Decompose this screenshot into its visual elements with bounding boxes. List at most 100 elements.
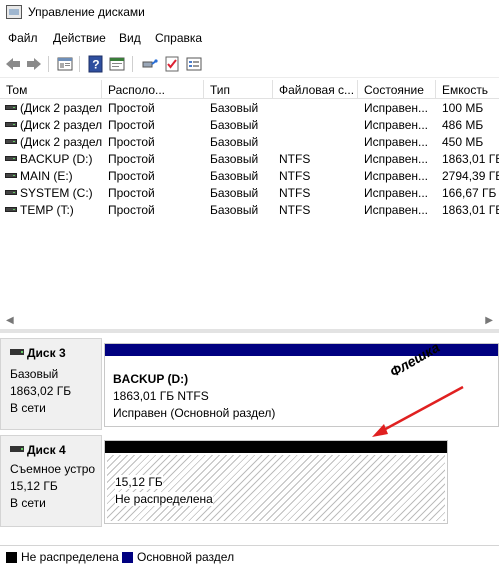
volume-capacity: 2794,39 ГБ (442, 169, 499, 183)
volume-type: Базовый (210, 118, 259, 132)
column-volume[interactable]: Том (0, 80, 102, 99)
volume-capacity: 100 МБ (442, 101, 484, 115)
console-tree-icon[interactable] (56, 55, 74, 73)
volume-status: Исправен... (364, 203, 429, 217)
volume-name: (Диск 2 раздел 1) (20, 101, 102, 115)
disk-status: В сети (10, 496, 46, 510)
volume-capacity: 486 МБ (442, 118, 484, 132)
scroll-left-icon[interactable]: ◀ (6, 315, 14, 326)
volume-type: Базовый (210, 101, 259, 115)
toolbar-separator (48, 56, 49, 72)
volume-type: Базовый (210, 186, 259, 200)
legend-primary-label: Основной раздел (137, 550, 235, 564)
volume-name: (Диск 2 раздел 3) (20, 118, 102, 132)
volume-layout: Простой (108, 203, 155, 217)
disk-size: 15,12 ГБ (10, 479, 58, 493)
disk-view: Диск 3 Базовый 1863,02 ГБ В сети BACKUP … (0, 333, 499, 543)
volume-row[interactable]: MAIN (E:) Простой Базовый NTFS Исправен.… (0, 168, 499, 185)
volume-status: Исправен... (364, 135, 429, 149)
volume-row[interactable]: SYSTEM (C:) Простой Базовый NTFS Исправе… (0, 185, 499, 202)
volume-status: Исправен... (364, 118, 429, 132)
disk-icon (10, 446, 24, 452)
volume-name: TEMP (T:) (20, 203, 74, 217)
volume-type: Базовый (210, 135, 259, 149)
volume-icon (5, 156, 17, 161)
partition-backup[interactable]: BACKUP (D:) 1863,01 ГБ NTFS Исправен (Ос… (104, 343, 499, 427)
volume-name: SYSTEM (C:) (20, 186, 93, 200)
disk-status: В сети (10, 401, 46, 415)
column-layout[interactable]: Располо... (102, 80, 204, 99)
unallocated-state: Не распределена (115, 492, 213, 506)
volume-fs: NTFS (279, 203, 311, 217)
volume-icon (5, 122, 17, 127)
disk-type: Съемное устро (10, 462, 96, 476)
volume-fs: NTFS (279, 169, 311, 183)
connect-icon[interactable] (140, 55, 158, 73)
volume-fs: NTFS (279, 152, 311, 166)
volume-layout: Простой (108, 169, 155, 183)
legend-unallocated-swatch (6, 552, 17, 563)
volume-list: Том Располо... Тип Файловая с... Состоян… (0, 80, 499, 320)
menu-view[interactable]: Вид (119, 31, 141, 45)
disk-4-info[interactable]: Диск 4 Съемное устро 15,12 ГБ В сети (0, 435, 102, 527)
volume-layout: Простой (108, 186, 155, 200)
properties-icon[interactable] (108, 55, 126, 73)
back-arrow-icon[interactable] (4, 55, 22, 73)
volume-status: Исправен... (364, 169, 429, 183)
disk-management-app-icon (6, 5, 22, 19)
volume-name: (Диск 2 раздел 4) (20, 135, 102, 149)
disk-icon (10, 349, 24, 355)
volume-row[interactable]: (Диск 2 раздел 3) Простой Базовый Исправ… (0, 117, 499, 134)
volume-type: Базовый (210, 203, 259, 217)
volume-icon (5, 190, 17, 195)
column-capacity[interactable]: Емкость (436, 80, 499, 99)
volume-row[interactable]: BACKUP (D:) Простой Базовый NTFS Исправе… (0, 151, 499, 168)
menu-action[interactable]: Действие (53, 31, 106, 45)
volume-name: MAIN (E:) (20, 169, 73, 183)
volume-capacity: 450 МБ (442, 135, 484, 149)
menu-bar: Файл Действие Вид Справка (0, 27, 499, 49)
volume-layout: Простой (108, 135, 155, 149)
volume-capacity: 1863,01 ГБ (442, 152, 499, 166)
volume-fs: NTFS (279, 186, 311, 200)
disk-3-info[interactable]: Диск 3 Базовый 1863,02 ГБ В сети (0, 338, 102, 430)
window-title: Управление дисками (28, 5, 145, 19)
volume-row[interactable]: (Диск 2 раздел 4) Простой Базовый Исправ… (0, 134, 499, 151)
volume-row[interactable]: TEMP (T:) Простой Базовый NTFS Исправен.… (0, 202, 499, 219)
volume-status: Исправен... (364, 101, 429, 115)
forward-arrow-icon[interactable] (25, 55, 43, 73)
unallocated-size: 15,12 ГБ (115, 475, 163, 489)
volume-type: Базовый (210, 169, 259, 183)
partition-state: Исправен (Основной раздел) (113, 406, 276, 420)
disk-name: Диск 3 (27, 346, 66, 360)
partition-size-fs: 1863,01 ГБ NTFS (113, 389, 209, 403)
column-header-row: Том Располо... Тип Файловая с... Состоян… (0, 80, 499, 99)
disk-size: 1863,02 ГБ (10, 384, 72, 398)
volume-layout: Простой (108, 152, 155, 166)
column-type[interactable]: Тип (204, 80, 273, 99)
volume-capacity: 1863,01 ГБ (442, 203, 499, 217)
menu-help[interactable]: Справка (155, 31, 202, 45)
column-filesystem[interactable]: Файловая с... (273, 80, 358, 99)
toolbar-separator (79, 56, 80, 72)
menu-file[interactable]: Файл (8, 31, 38, 45)
volume-row[interactable]: (Диск 2 раздел 1) Простой Базовый Исправ… (0, 100, 499, 117)
toolbar: ? (0, 50, 499, 78)
legend-unallocated-label: Не распределена (21, 550, 119, 564)
volume-status: Исправен... (364, 186, 429, 200)
volume-type: Базовый (210, 152, 259, 166)
disk-name: Диск 4 (27, 443, 66, 457)
volume-icon (5, 173, 17, 178)
unallocated-body: 15,12 ГБ Не распределена (107, 455, 445, 521)
list-view-icon[interactable] (185, 55, 203, 73)
legend: Не распределена Основной раздел (0, 545, 499, 568)
checklist-icon[interactable] (163, 55, 181, 73)
scroll-right-icon[interactable]: ▶ (485, 315, 493, 326)
svg-text:?: ? (92, 58, 99, 72)
column-status[interactable]: Состояние (358, 80, 436, 99)
pane-splitter[interactable]: ◀ ▶ (0, 313, 499, 333)
volume-capacity: 166,67 ГБ (442, 186, 497, 200)
help-icon[interactable]: ? (87, 55, 105, 73)
unallocated-bar (105, 441, 447, 453)
partition-unallocated[interactable]: 15,12 ГБ Не распределена (104, 440, 448, 524)
